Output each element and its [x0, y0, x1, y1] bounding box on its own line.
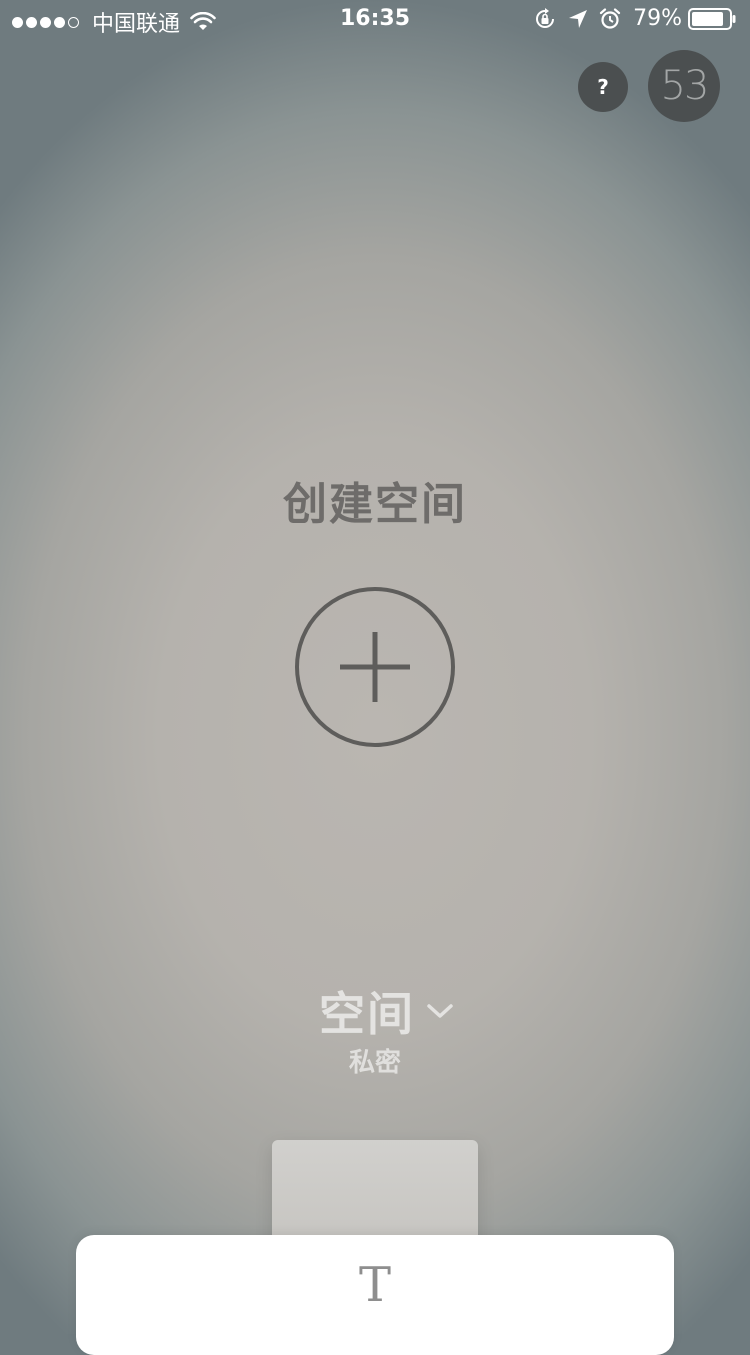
space-selector[interactable]: 空间 私密 — [0, 978, 750, 1078]
status-right: 79% — [523, 6, 736, 31]
space-name: 空间 — [319, 987, 415, 1041]
battery-percentage: 79% — [633, 6, 682, 31]
battery-icon — [688, 7, 736, 30]
rotation-lock-icon — [536, 7, 555, 28]
create-space-title: 创建空间 — [283, 479, 467, 530]
add-space-button[interactable] — [295, 587, 455, 747]
text-icon: T — [358, 1257, 391, 1313]
space-name-row[interactable]: 空间 — [319, 978, 455, 1044]
chevron-down-icon — [427, 1004, 453, 1018]
text-card[interactable]: T — [76, 1235, 674, 1355]
space-privacy-label: 私密 — [348, 1048, 401, 1078]
status-bar: 中国联通 16:35 79% — [0, 0, 750, 40]
space-count-badge[interactable]: 53 — [648, 50, 720, 122]
help-button[interactable]: ? — [578, 62, 628, 112]
location-arrow-icon — [569, 9, 588, 28]
alarm-icon — [599, 7, 621, 29]
